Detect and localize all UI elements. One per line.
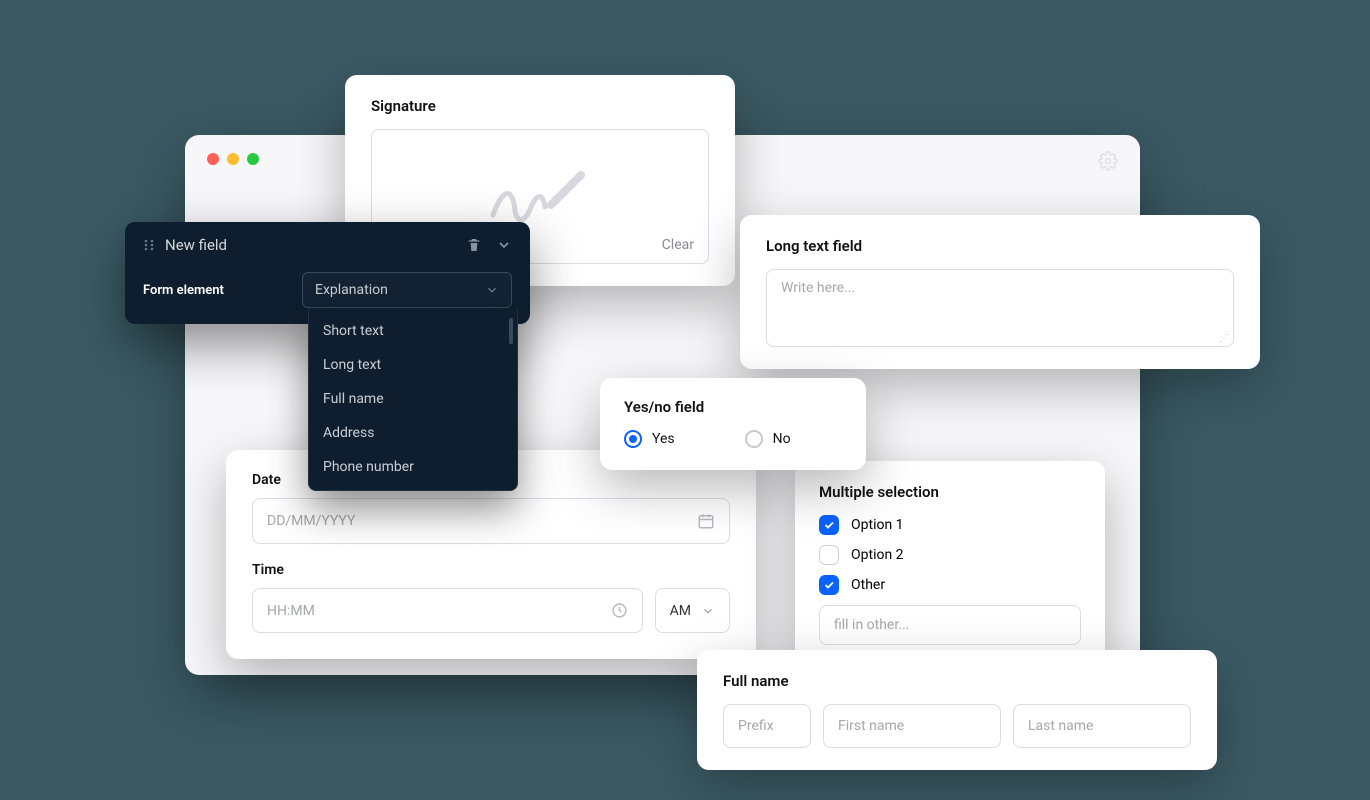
ampm-value: AM bbox=[670, 603, 691, 619]
signature-scribble-icon bbox=[485, 167, 595, 227]
multiple-selection-card: Multiple selection Option 1 Option 2 Oth… bbox=[795, 461, 1105, 667]
option-other-label: Other bbox=[851, 577, 885, 593]
chevron-down-icon bbox=[485, 283, 499, 297]
maximize-dot-icon[interactable] bbox=[247, 153, 259, 165]
prefix-input[interactable]: Prefix bbox=[723, 704, 811, 748]
other-placeholder: fill in other... bbox=[834, 617, 909, 633]
form-element-dropdown: Short text Long text Full name Address P… bbox=[308, 308, 518, 491]
time-label: Time bbox=[252, 562, 730, 578]
lastname-input[interactable]: Last name bbox=[1013, 704, 1191, 748]
checkbox-unchecked-icon bbox=[819, 545, 839, 565]
dropdown-option[interactable]: Long text bbox=[309, 348, 517, 382]
radio-no-label: No bbox=[773, 431, 791, 447]
dropdown-option[interactable]: Full name bbox=[309, 382, 517, 416]
dropdown-option[interactable]: Address bbox=[309, 416, 517, 450]
long-text-input[interactable]: Write here... ⋰ bbox=[766, 269, 1234, 347]
panel-title: New field bbox=[165, 236, 227, 254]
other-fill-input[interactable]: fill in other... bbox=[819, 605, 1081, 645]
radio-yes-label: Yes bbox=[652, 431, 675, 447]
chevron-down-icon bbox=[701, 604, 715, 618]
calendar-icon bbox=[697, 512, 715, 530]
window-controls bbox=[207, 153, 259, 165]
time-input[interactable]: HH:MM bbox=[252, 588, 643, 633]
signature-title: Signature bbox=[371, 97, 709, 115]
form-element-select[interactable]: Explanation bbox=[302, 272, 512, 308]
minimize-dot-icon[interactable] bbox=[227, 153, 239, 165]
long-text-placeholder: Write here... bbox=[781, 280, 855, 296]
dropdown-option[interactable]: Phone number bbox=[309, 450, 517, 484]
date-placeholder: DD/MM/YYYY bbox=[267, 513, 355, 529]
lastname-placeholder: Last name bbox=[1028, 718, 1093, 734]
dropdown-option[interactable]: Short text bbox=[309, 314, 517, 348]
checkbox-option-2[interactable]: Option 2 bbox=[819, 545, 1081, 565]
ampm-select[interactable]: AM bbox=[655, 588, 730, 633]
resize-handle-icon[interactable]: ⋰ bbox=[1219, 336, 1229, 342]
clock-icon bbox=[611, 602, 628, 619]
fullname-card: Full name Prefix First name Last name bbox=[697, 650, 1217, 770]
radio-unchecked-icon bbox=[745, 430, 763, 448]
radio-checked-icon bbox=[624, 430, 642, 448]
firstname-input[interactable]: First name bbox=[823, 704, 1001, 748]
prefix-placeholder: Prefix bbox=[738, 718, 774, 734]
scrollbar-thumb[interactable] bbox=[509, 318, 513, 344]
close-dot-icon[interactable] bbox=[207, 153, 219, 165]
time-placeholder: HH:MM bbox=[267, 603, 315, 619]
checkbox-checked-icon bbox=[819, 575, 839, 595]
checkbox-checked-icon bbox=[819, 515, 839, 535]
checkbox-option-other[interactable]: Other bbox=[819, 575, 1081, 595]
long-text-title: Long text field bbox=[766, 237, 1234, 255]
signature-clear-button[interactable]: Clear bbox=[662, 237, 694, 253]
trash-icon[interactable] bbox=[466, 237, 482, 253]
checkbox-option-1[interactable]: Option 1 bbox=[819, 515, 1081, 535]
yesno-card: Yes/no field Yes No bbox=[600, 378, 866, 470]
select-value: Explanation bbox=[315, 282, 388, 298]
chevron-down-icon[interactable] bbox=[496, 237, 512, 253]
form-element-label: Form element bbox=[143, 283, 224, 298]
multiple-title: Multiple selection bbox=[819, 483, 1081, 501]
radio-no[interactable]: No bbox=[745, 430, 791, 448]
gear-icon[interactable] bbox=[1098, 151, 1118, 171]
option-2-label: Option 2 bbox=[851, 547, 904, 563]
radio-yes[interactable]: Yes bbox=[624, 430, 675, 448]
long-text-card: Long text field Write here... ⋰ bbox=[740, 215, 1260, 369]
drag-handle-icon[interactable] bbox=[143, 238, 155, 252]
option-1-label: Option 1 bbox=[851, 517, 904, 533]
yesno-title: Yes/no field bbox=[624, 398, 842, 416]
fullname-title: Full name bbox=[723, 672, 1191, 690]
date-input[interactable]: DD/MM/YYYY bbox=[252, 498, 730, 544]
firstname-placeholder: First name bbox=[838, 718, 904, 734]
